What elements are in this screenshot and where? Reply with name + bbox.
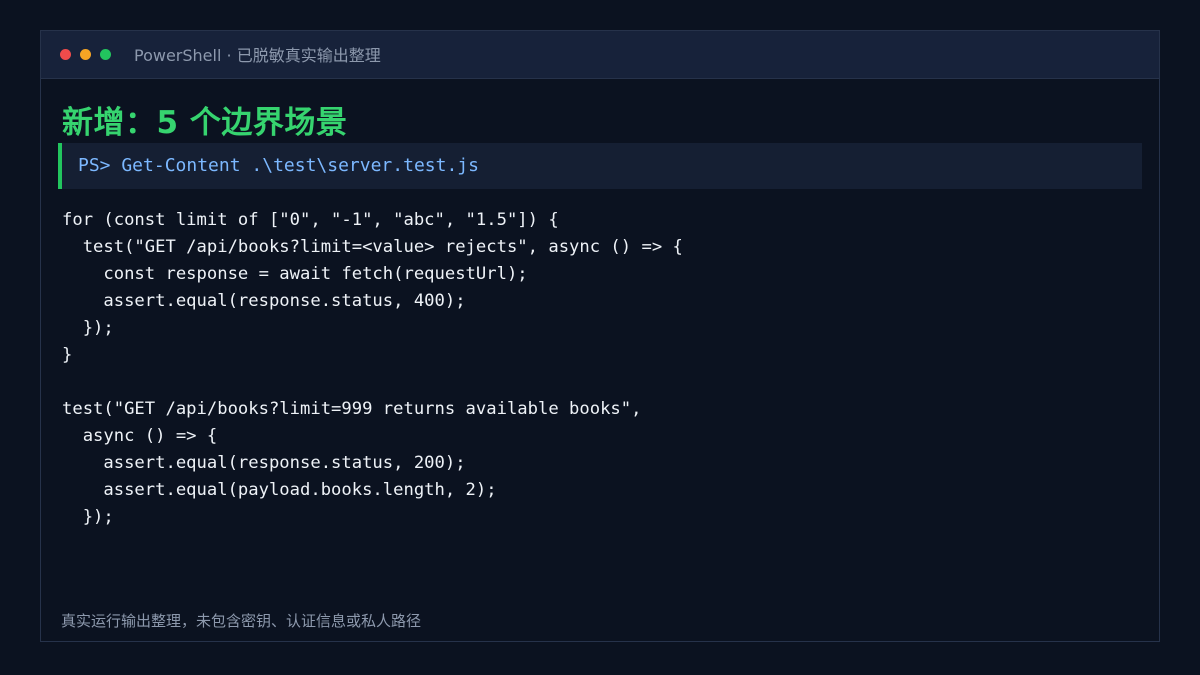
code-line: assert.equal(response.status, 200); (62, 453, 466, 473)
maximize-window-button[interactable] (100, 49, 111, 60)
code-line: assert.equal(response.status, 400); (62, 291, 466, 311)
window-title-subtitle: 已脱敏真实输出整理 (236, 46, 381, 65)
code-line: const response = await fetch(requestUrl)… (62, 264, 528, 284)
code-line: } (62, 345, 73, 365)
command-prompt-bar: PS> Get-Content .\test\server.test.js (58, 143, 1142, 189)
code-line: async () => { (62, 426, 218, 446)
window-titlebar: PowerShell · 已脱敏真实输出整理 (41, 31, 1159, 79)
code-line: }); (62, 318, 114, 338)
code-line: }); (62, 507, 114, 527)
window-title: PowerShell · 已脱敏真实输出整理 (134, 46, 381, 66)
code-line: for (const limit of ["0", "-1", "abc", "… (62, 210, 559, 230)
footer-note: 真实运行输出整理，未包含密钥、认证信息或私人路径 (61, 612, 422, 630)
code-line: assert.equal(payload.books.length, 2); (62, 480, 497, 500)
window-title-app: PowerShell (134, 46, 222, 65)
minimize-window-button[interactable] (80, 49, 91, 60)
code-line: test("GET /api/books?limit=999 returns a… (62, 399, 642, 419)
code-line: test("GET /api/books?limit=<value> rejec… (62, 237, 683, 257)
window-title-separator: · (226, 46, 232, 65)
code-block: for (const limit of ["0", "-1", "abc", "… (62, 207, 683, 531)
page-title: 新增：5 个边界场景 (62, 105, 348, 141)
terminal-window: PowerShell · 已脱敏真实输出整理 新增：5 个边界场景 PS> Ge… (40, 30, 1160, 642)
close-window-button[interactable] (60, 49, 71, 60)
command-text: PS> Get-Content .\test\server.test.js (78, 155, 479, 176)
